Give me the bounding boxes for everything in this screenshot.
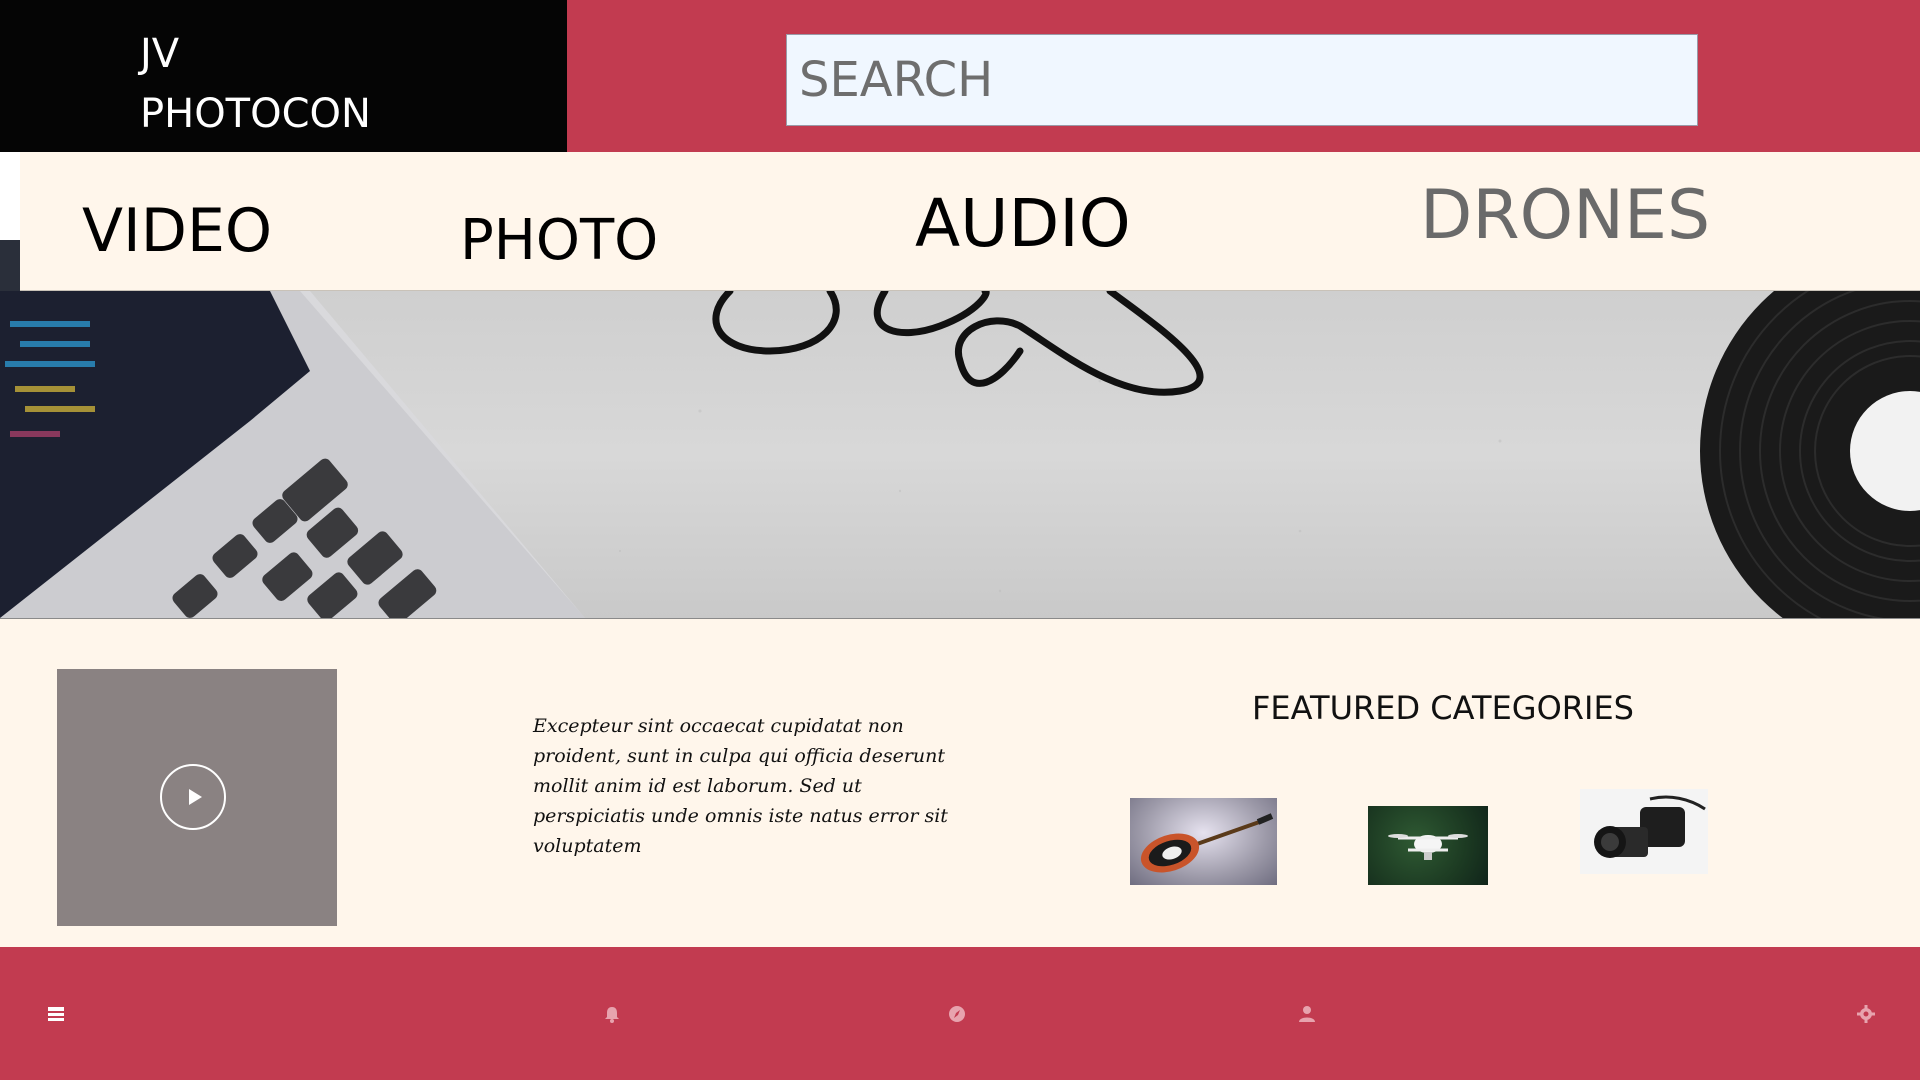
user-icon[interactable] [1298, 1005, 1316, 1023]
compass-icon[interactable] [948, 1005, 966, 1023]
logo-line-2: PHOTOCON [140, 91, 371, 137]
bell-icon[interactable] [603, 1005, 621, 1023]
laptop-image [0, 291, 585, 618]
top-bar: JV PHOTOCON [0, 0, 1920, 152]
play-icon[interactable] [160, 764, 226, 830]
nav-item-drones[interactable]: DRONES [1420, 176, 1710, 255]
search-input[interactable] [786, 34, 1698, 126]
category-nav: VIDEO PHOTO AUDIO DRONES [20, 152, 1920, 291]
hero-banner-art [0, 291, 1920, 618]
guitar-image[interactable] [1130, 798, 1277, 885]
list-icon[interactable] [47, 1005, 65, 1023]
logo-line-1: JV [140, 31, 180, 77]
cable-image [712, 291, 1204, 396]
nav-item-photo[interactable]: PHOTO [460, 208, 658, 273]
camera-image[interactable] [1580, 789, 1708, 874]
featured-categories-title: FEATURED CATEGORIES [1252, 689, 1634, 727]
content-section: Excepteur sint occaecat cupidatat non pr… [0, 619, 1920, 947]
nav-item-video[interactable]: VIDEO [82, 196, 272, 266]
site-logo[interactable]: JV PHOTOCON [0, 0, 567, 152]
nav-item-audio[interactable]: AUDIO [915, 185, 1131, 262]
drone-image[interactable] [1368, 806, 1488, 885]
gear-icon[interactable] [1857, 1005, 1875, 1023]
intro-paragraph: Excepteur sint occaecat cupidatat non pr… [533, 715, 948, 857]
hero-banner [0, 291, 1920, 619]
hero-edge-strip [0, 240, 20, 291]
bottom-toolbar [0, 947, 1920, 1080]
video-player[interactable] [57, 669, 337, 926]
vinyl-record-image [1700, 291, 1920, 618]
